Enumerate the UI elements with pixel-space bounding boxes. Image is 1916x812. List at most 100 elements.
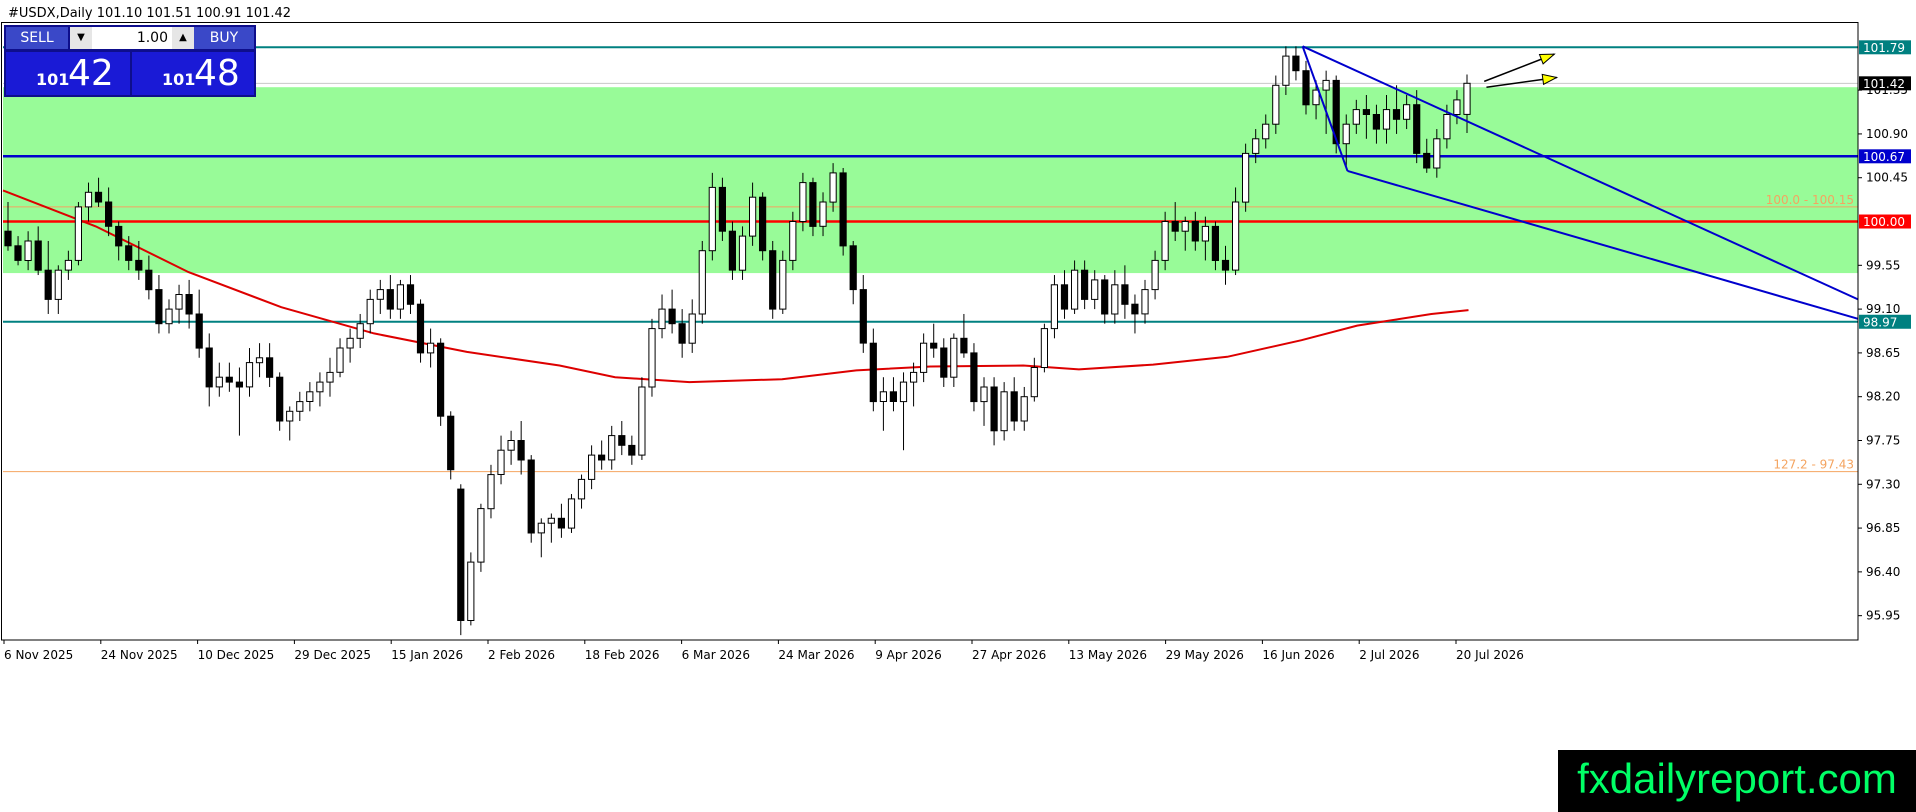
lot-size-field[interactable]: ▼ 1.00 ▲ <box>70 27 194 49</box>
candle-body <box>145 269 153 291</box>
candle-body <box>1322 79 1330 91</box>
candle-body <box>698 250 706 315</box>
candle-body <box>1020 396 1028 422</box>
candle-body <box>779 259 787 310</box>
candle-body <box>507 440 515 451</box>
candle-body <box>84 191 93 208</box>
candle-body <box>1000 391 1008 432</box>
candle-body <box>990 386 998 432</box>
candle-body <box>930 342 938 349</box>
candle-body <box>1403 104 1411 120</box>
candle-body <box>1453 99 1461 116</box>
candle-body <box>1151 259 1159 291</box>
candle-body <box>749 196 757 237</box>
candle-body <box>1081 269 1089 300</box>
candle-body <box>688 313 696 344</box>
candle-body <box>1302 70 1310 106</box>
candle-body <box>1060 284 1069 310</box>
candle-body <box>1050 284 1059 330</box>
candle-body <box>1352 109 1360 125</box>
candle-body <box>24 240 32 261</box>
candle-body <box>1423 152 1431 169</box>
price-tag-label: 98.97 <box>1863 315 1897 329</box>
candle-body <box>1071 269 1079 310</box>
candle-body <box>1252 138 1260 154</box>
x-tick-label: 16 Jun 2026 <box>1262 648 1334 662</box>
candle-body <box>416 303 425 354</box>
x-tick-label: 20 Jul 2026 <box>1456 648 1524 662</box>
candle-body <box>44 269 52 300</box>
candle-body <box>839 172 847 247</box>
candle-body <box>135 259 143 271</box>
buy-price-pips: 48 <box>194 53 240 94</box>
candle-body <box>1221 259 1230 271</box>
candle-body <box>1211 225 1220 261</box>
candle-body <box>155 289 163 325</box>
candle-body <box>195 313 203 349</box>
candle-body <box>869 342 877 403</box>
candle-body <box>1443 114 1451 140</box>
candle-body <box>628 444 636 456</box>
candle-body <box>175 294 183 310</box>
candle-body <box>306 391 314 402</box>
candle-body <box>1242 152 1250 203</box>
candle-body <box>316 381 324 393</box>
candle-body <box>125 245 133 261</box>
lot-increase-icon[interactable]: ▲ <box>172 27 194 49</box>
candle-body <box>809 182 817 227</box>
candle-body <box>1382 109 1391 130</box>
x-tick-label: 6 Nov 2025 <box>4 648 73 662</box>
fib-level-label: 100.0 - 100.15 <box>1766 193 1854 207</box>
candle-body <box>799 182 807 223</box>
buy-button[interactable]: BUY <box>194 27 254 49</box>
sell-price-pips: 42 <box>68 53 114 94</box>
price-tag-label: 100.00 <box>1863 215 1905 229</box>
candle-body <box>376 289 384 300</box>
candle-body <box>819 201 827 227</box>
candle-body <box>386 289 394 310</box>
candle-body <box>1413 104 1421 154</box>
candle-body <box>1030 367 1038 398</box>
candle-body <box>14 245 22 261</box>
candle-body <box>1171 221 1179 232</box>
candle-body <box>1121 284 1129 305</box>
candle-body <box>215 376 223 388</box>
candle-body <box>970 352 978 403</box>
candle-body <box>105 201 113 227</box>
candle-body <box>718 186 726 232</box>
candle-body <box>74 206 83 261</box>
candle-body <box>899 381 908 403</box>
lot-size-value[interactable]: 1.00 <box>92 27 172 49</box>
candle-body <box>1141 289 1149 315</box>
sell-price-box[interactable]: 101 42 <box>6 52 130 95</box>
x-tick-label: 15 Jan 2026 <box>391 648 463 662</box>
candle-body <box>346 337 354 349</box>
candle-body <box>658 308 666 330</box>
y-tick-label: 96.40 <box>1866 565 1900 579</box>
candle-body <box>1191 221 1199 242</box>
y-tick-label: 99.55 <box>1866 258 1900 272</box>
fib-level-label: 127.2 - 97.43 <box>1773 458 1854 472</box>
candle-body <box>54 269 62 300</box>
candle-body <box>668 308 676 325</box>
x-tick-label: 2 Feb 2026 <box>488 648 555 662</box>
buy-price-box[interactable]: 101 48 <box>132 52 254 95</box>
candle-body <box>205 347 213 388</box>
lot-decrease-icon[interactable]: ▼ <box>70 27 92 49</box>
candle-body <box>276 376 284 422</box>
y-tick-label: 98.20 <box>1866 390 1900 404</box>
candle-body <box>185 294 193 315</box>
candle-body <box>577 478 586 500</box>
candle-body <box>789 221 797 261</box>
x-tick-label: 29 Dec 2025 <box>294 648 371 662</box>
candle-body <box>406 284 415 305</box>
price-chart[interactable]: 101.35100.90100.4599.5599.1098.6598.2097… <box>0 0 1916 812</box>
price-tag-label: 101.79 <box>1863 41 1905 55</box>
candle-body <box>557 517 565 529</box>
candle-body <box>1091 279 1099 300</box>
candle-body <box>1101 279 1109 315</box>
sell-button[interactable]: SELL <box>6 27 68 49</box>
candle-body <box>638 386 646 456</box>
candle-body <box>1181 221 1189 232</box>
candle-body <box>960 337 968 354</box>
